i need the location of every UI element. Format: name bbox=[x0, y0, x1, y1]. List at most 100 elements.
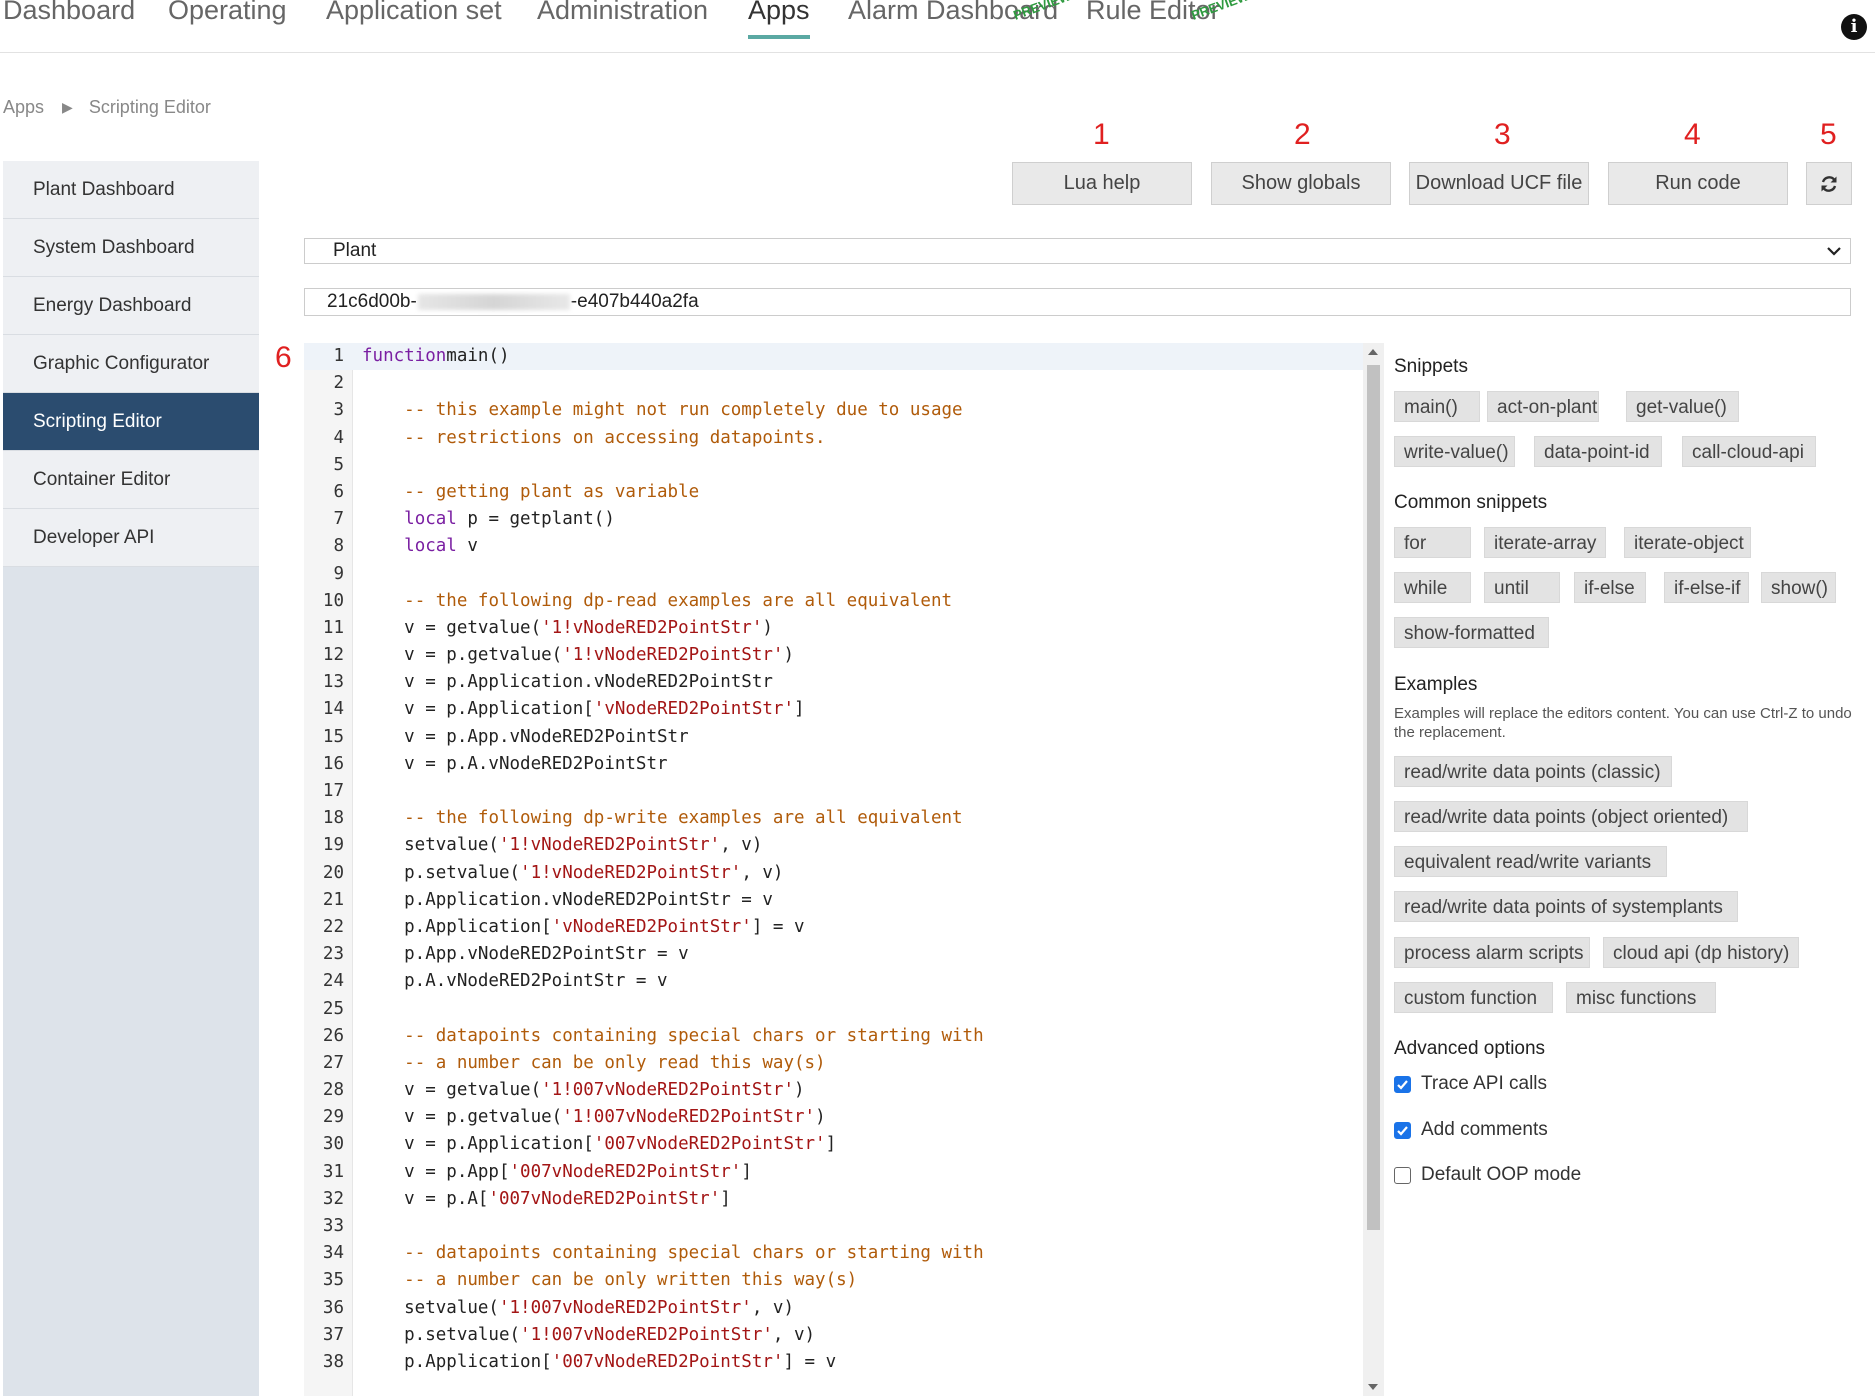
code-line[interactable]: 20 p.setvalue('1!vNodeRED2PointStr', v) bbox=[304, 860, 1364, 887]
plant-id-field[interactable]: 21c6d00b- -e407b440a2fa bbox=[304, 288, 1851, 316]
nav-tab-application-set[interactable]: Application set bbox=[326, 0, 502, 26]
option-default-oop-mode[interactable]: Default OOP mode bbox=[1394, 1164, 1581, 1186]
sidebar-item-plant-dashboard[interactable]: Plant Dashboard bbox=[3, 161, 259, 219]
code-line[interactable]: 6 -- getting plant as variable bbox=[304, 479, 1364, 506]
nav-tab-dashboard[interactable]: Dashboard bbox=[3, 0, 135, 26]
code-line[interactable]: 31 v = p.App['007vNodeRED2PointStr'] bbox=[304, 1159, 1364, 1186]
example-rw-classic[interactable]: read/write data points (classic) bbox=[1394, 756, 1672, 787]
nav-tab-administration[interactable]: Administration bbox=[537, 0, 708, 26]
code-line[interactable]: 38 p.Application['007vNodeRED2PointStr']… bbox=[304, 1349, 1364, 1376]
snippet-show-formatted[interactable]: show-formatted bbox=[1394, 617, 1549, 648]
example-rw-systemplants[interactable]: read/write data points of systemplants bbox=[1394, 891, 1738, 922]
code-editor[interactable]: 1 functionmain() 2 3 -- this example might … bbox=[304, 343, 1384, 1396]
code-line[interactable]: 4 -- restrictions on accessing datapoint… bbox=[304, 425, 1364, 452]
snippet-main[interactable]: main() bbox=[1394, 391, 1480, 422]
sidebar-item-scripting-editor[interactable]: Scripting Editor bbox=[3, 393, 259, 451]
callout-5: 5 bbox=[1820, 118, 1837, 151]
sidebar-item-graphic-configurator[interactable]: Graphic Configurator bbox=[3, 335, 259, 393]
snippet-if-else-if[interactable]: if-else-if bbox=[1664, 572, 1749, 603]
code-line[interactable]: 8 local v bbox=[304, 533, 1364, 560]
code-line[interactable]: 13 v = p.Application.vNodeRED2PointStr bbox=[304, 669, 1364, 696]
checkbox-checked-icon[interactable] bbox=[1394, 1075, 1411, 1093]
breadcrumb-apps[interactable]: Apps bbox=[3, 97, 44, 118]
example-rw-object-oriented[interactable]: read/write data points (object oriented) bbox=[1394, 801, 1748, 832]
code-line[interactable]: 9 bbox=[304, 561, 1364, 588]
info-icon[interactable]: i bbox=[1841, 14, 1867, 40]
code-line[interactable]: 15 v = p.App.vNodeRED2PointStr bbox=[304, 724, 1364, 751]
code-line[interactable]: 21 p.Application.vNodeRED2PointStr = v bbox=[304, 887, 1364, 914]
code-line[interactable]: 7 local p = getplant() bbox=[304, 506, 1364, 533]
code-content[interactable]: 1 functionmain() 2 3 -- this example might … bbox=[304, 343, 1364, 1376]
example-process-alarm-scripts[interactable]: process alarm scripts bbox=[1394, 937, 1590, 968]
code-line[interactable]: 24 p.A.vNodeRED2PointStr = v bbox=[304, 968, 1364, 995]
run-code-button[interactable]: Run code bbox=[1608, 162, 1788, 205]
nav-tab-apps[interactable]: Apps bbox=[748, 0, 810, 39]
code-line[interactable]: 23 p.App.vNodeRED2PointStr = v bbox=[304, 941, 1364, 968]
code-line[interactable]: 30 v = p.Application['007vNodeRED2PointS… bbox=[304, 1131, 1364, 1158]
snippet-iterate-object[interactable]: iterate-object bbox=[1624, 527, 1751, 558]
snippet-act-on-plant[interactable]: act-on-plant bbox=[1487, 391, 1599, 422]
scroll-down-icon[interactable] bbox=[1368, 1384, 1378, 1390]
code-string: '1!vNodeRED2PointStr' bbox=[562, 645, 784, 666]
code-line[interactable]: 10 -- the following dp-read examples are… bbox=[304, 588, 1364, 615]
code-line[interactable]: 19 setvalue('1!vNodeRED2PointStr', v) bbox=[304, 832, 1364, 859]
snippet-call-cloud-api[interactable]: call-cloud-api bbox=[1682, 436, 1816, 467]
plant-select[interactable]: Plant bbox=[304, 238, 1851, 264]
snippet-if-else[interactable]: if-else bbox=[1574, 572, 1646, 603]
line-number: 19 bbox=[322, 835, 344, 856]
code-line[interactable]: 26 -- datapoints containing special char… bbox=[304, 1023, 1364, 1050]
nav-tab-operating[interactable]: Operating bbox=[168, 0, 287, 26]
checkbox-unchecked-icon[interactable] bbox=[1394, 1166, 1411, 1184]
option-add-comments[interactable]: Add comments bbox=[1394, 1119, 1548, 1141]
sidebar-item-container-editor[interactable]: Container Editor bbox=[3, 451, 259, 509]
scrollbar-thumb[interactable] bbox=[1367, 365, 1380, 1230]
example-custom-function[interactable]: custom function bbox=[1394, 982, 1553, 1013]
example-cloud-api[interactable]: cloud api (dp history) bbox=[1603, 937, 1799, 968]
show-globals-button[interactable]: Show globals bbox=[1211, 162, 1391, 205]
snippet-show[interactable]: show() bbox=[1761, 572, 1836, 603]
code-line[interactable]: 16 v = p.A.vNodeRED2PointStr bbox=[304, 751, 1364, 778]
sidebar-item-developer-api[interactable]: Developer API bbox=[3, 509, 259, 567]
snippet-until[interactable]: until bbox=[1484, 572, 1560, 603]
example-equivalent-variants[interactable]: equivalent read/write variants bbox=[1394, 846, 1667, 877]
snippet-write-value[interactable]: write-value() bbox=[1394, 436, 1515, 467]
example-misc-functions[interactable]: misc functions bbox=[1566, 982, 1716, 1013]
scroll-up-icon[interactable] bbox=[1368, 349, 1378, 355]
code-line[interactable]: 14 v = p.Application['vNodeRED2PointStr'… bbox=[304, 696, 1364, 723]
snippet-get-value[interactable]: get-value() bbox=[1626, 391, 1739, 422]
snippet-while[interactable]: while bbox=[1394, 572, 1471, 603]
code-line[interactable]: 36 setvalue('1!007vNodeRED2PointStr', v) bbox=[304, 1295, 1364, 1322]
code-line[interactable]: 2 bbox=[304, 370, 1364, 397]
code-line[interactable]: 22 p.Application['vNodeRED2PointStr'] = … bbox=[304, 914, 1364, 941]
code-line[interactable]: 27 -- a number can be only read this way… bbox=[304, 1050, 1364, 1077]
download-ucf-button[interactable]: Download UCF file bbox=[1409, 162, 1589, 205]
code-line[interactable]: 28 v = getvalue('1!007vNodeRED2PointStr'… bbox=[304, 1077, 1364, 1104]
code-line[interactable]: 29 v = p.getvalue('1!007vNodeRED2PointSt… bbox=[304, 1104, 1364, 1131]
line-number: 23 bbox=[322, 944, 344, 965]
code-line[interactable]: 25 bbox=[304, 996, 1364, 1023]
code-line[interactable]: 1 functionmain() bbox=[304, 343, 1364, 371]
code-line[interactable]: 34 -- datapoints containing special char… bbox=[304, 1240, 1364, 1267]
code-line[interactable]: 17 bbox=[304, 778, 1364, 805]
editor-scrollbar[interactable] bbox=[1363, 343, 1384, 1396]
code-line[interactable]: 33 bbox=[304, 1213, 1364, 1240]
option-trace-api-calls[interactable]: Trace API calls bbox=[1394, 1073, 1547, 1095]
sidebar-item-system-dashboard[interactable]: System Dashboard bbox=[3, 219, 259, 277]
snippet-data-point-id[interactable]: data-point-id bbox=[1534, 436, 1662, 467]
code-line[interactable]: 37 p.setvalue('1!007vNodeRED2PointStr', … bbox=[304, 1322, 1364, 1349]
snippet-iterate-array[interactable]: iterate-array bbox=[1484, 527, 1606, 558]
code-line[interactable]: 32 v = p.A['007vNodeRED2PointStr'] bbox=[304, 1186, 1364, 1213]
checkbox-checked-icon[interactable] bbox=[1394, 1121, 1411, 1139]
sidebar-item-energy-dashboard[interactable]: Energy Dashboard bbox=[3, 277, 259, 335]
refresh-button[interactable] bbox=[1806, 162, 1852, 205]
lua-help-button[interactable]: Lua help bbox=[1012, 162, 1192, 205]
code-line[interactable]: 18 -- the following dp-write examples ar… bbox=[304, 805, 1364, 832]
line-number: 22 bbox=[322, 916, 344, 937]
code-text: local p = getplant() bbox=[362, 506, 615, 533]
code-line[interactable]: 5 bbox=[304, 452, 1364, 479]
snippet-for[interactable]: for bbox=[1394, 527, 1471, 558]
code-line[interactable]: 12 v = p.getvalue('1!vNodeRED2PointStr') bbox=[304, 642, 1364, 669]
code-line[interactable]: 35 -- a number can be only written this … bbox=[304, 1267, 1364, 1294]
code-line[interactable]: 11 v = getvalue('1!vNodeRED2PointStr') bbox=[304, 615, 1364, 642]
code-line[interactable]: 3 -- this example might not run complete… bbox=[304, 397, 1364, 424]
